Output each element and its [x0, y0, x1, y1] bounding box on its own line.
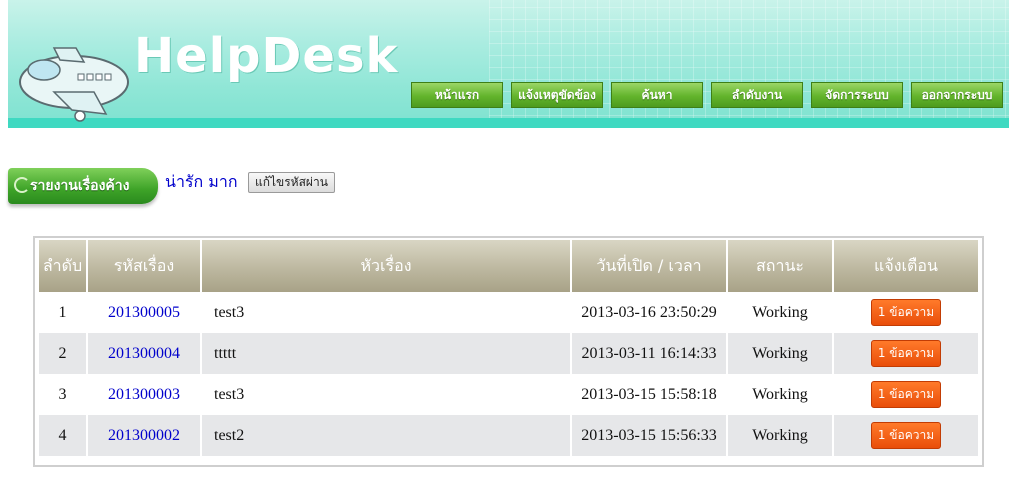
- alert-message-button[interactable]: 1 ข้อความ: [870, 422, 942, 449]
- nav-home-button[interactable]: หน้าแรก: [411, 82, 503, 108]
- header-stripe: [8, 118, 1009, 128]
- issue-status: Working: [728, 374, 832, 415]
- col-header-status: สถานะ: [728, 240, 832, 292]
- alert-message-button[interactable]: 1 ข้อความ: [870, 381, 942, 408]
- issue-title: test2: [202, 415, 570, 456]
- table-row: 2 201300004 ttttt 2013-03-11 16:14:33 Wo…: [39, 333, 978, 374]
- alert-message-button[interactable]: 1 ข้อความ: [870, 340, 942, 367]
- table-row: 4 201300002 test2 2013-03-15 15:56:33 Wo…: [39, 415, 978, 456]
- col-header-title: หัวเรื่อง: [202, 240, 570, 292]
- row-number: 1: [39, 292, 86, 333]
- nav-queue-button[interactable]: ลำดับงาน: [711, 82, 803, 108]
- col-header-date: วันที่เปิด / เวลา: [572, 240, 726, 292]
- issue-open-date: 2013-03-15 15:56:33: [572, 415, 726, 456]
- airplane-logo-icon: [19, 47, 129, 122]
- row-number: 2: [39, 333, 86, 374]
- table-header-row: ลำดับ รหัสเรื่อง หัวเรื่อง วันที่เปิด / …: [39, 240, 978, 292]
- issue-code-link[interactable]: 201300002: [108, 427, 180, 444]
- nav-admin-button[interactable]: จัดการระบบ: [811, 82, 903, 108]
- col-header-alert: แจ้งเตือน: [834, 240, 978, 292]
- brand-title: HelpDesk: [134, 28, 399, 84]
- main-nav: หน้าแรก แจ้งเหตุขัดข้อง ค้นหา ลำดับงาน จ…: [411, 82, 1003, 108]
- issue-title: test3: [202, 374, 570, 415]
- change-password-button[interactable]: แก้ไขรหัสผ่าน: [248, 172, 335, 193]
- nav-report-issue-button[interactable]: แจ้งเหตุขัดข้อง: [511, 82, 603, 108]
- issue-open-date: 2013-03-11 16:14:33: [572, 333, 726, 374]
- issue-status: Working: [728, 415, 832, 456]
- nav-search-button[interactable]: ค้นหา: [611, 82, 703, 108]
- col-header-code: รหัสเรื่อง: [88, 240, 200, 292]
- issue-status: Working: [728, 292, 832, 333]
- issue-title: ttttt: [202, 333, 570, 374]
- username-link[interactable]: น่ารัก มาก: [165, 170, 238, 195]
- table-row: 1 201300005 test3 2013-03-16 23:50:29 Wo…: [39, 292, 978, 333]
- alert-message-button[interactable]: 1 ข้อความ: [870, 299, 942, 326]
- pending-report-label: รายงานเรื่องค้าง: [30, 178, 130, 194]
- issue-open-date: 2013-03-16 23:50:29: [572, 292, 726, 333]
- issue-code-link[interactable]: 201300005: [108, 304, 180, 321]
- pending-report-badge[interactable]: รายงานเรื่องค้าง: [8, 168, 158, 204]
- issue-code-link[interactable]: 201300004: [108, 345, 180, 362]
- issue-title: test3: [202, 292, 570, 333]
- table-row: 3 201300003 test3 2013-03-15 15:58:18 Wo…: [39, 374, 978, 415]
- swirl-icon: [14, 177, 30, 193]
- col-header-number: ลำดับ: [39, 240, 86, 292]
- issue-status: Working: [728, 333, 832, 374]
- issue-open-date: 2013-03-15 15:58:18: [572, 374, 726, 415]
- nav-logout-button[interactable]: ออกจากระบบ: [911, 82, 1003, 108]
- header-grid-pattern: [489, 0, 1009, 128]
- row-number: 3: [39, 374, 86, 415]
- issue-code-link[interactable]: 201300003: [108, 386, 180, 403]
- pending-issues-table: ลำดับ รหัสเรื่อง หัวเรื่อง วันที่เปิด / …: [33, 236, 984, 467]
- row-number: 4: [39, 415, 86, 456]
